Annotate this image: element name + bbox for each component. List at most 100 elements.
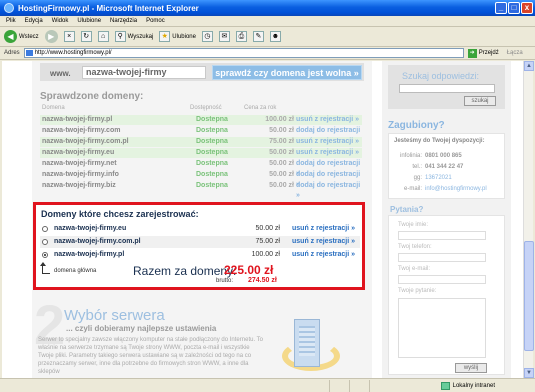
vertical-scrollbar[interactable]: ▲ ▼ xyxy=(523,61,534,378)
refresh-button[interactable]: ↻ xyxy=(80,31,92,42)
www-prefix: www. xyxy=(50,69,71,78)
remove-link[interactable]: usuń z rejestracji » xyxy=(292,249,355,261)
go-label: Przejdź xyxy=(478,50,499,56)
forward-button[interactable]: ▶ xyxy=(44,30,58,43)
name-field-label: Twoje imie: xyxy=(398,222,429,228)
scroll-thumb[interactable] xyxy=(524,241,534,351)
questions-title: Pytania? xyxy=(390,205,424,214)
favorites-label: Ulubione xyxy=(172,33,196,40)
url-text: http://www.hostingfirmowy.pl/ xyxy=(34,50,112,56)
server-illustration-icon xyxy=(282,317,342,377)
table-row: nazwa-twojej-firmy.com.pl Dostepna 75.00… xyxy=(40,137,362,147)
sidebar: Szukaj odpowiedzi: szukaj Zagubiony? Jes… xyxy=(382,61,511,378)
step-server-section: 2 Wybór serwera ... czyli dobieramy najl… xyxy=(32,297,372,378)
mail-icon: ✉ xyxy=(218,31,230,42)
go-button[interactable]: ➜ Przejdź xyxy=(467,48,499,58)
close-button[interactable]: x xyxy=(521,2,533,14)
go-arrow-icon: ➜ xyxy=(467,48,477,58)
main-domain-label: domena główna xyxy=(54,268,97,274)
messenger-icon: ☻ xyxy=(269,31,281,42)
contact-row: tel.: 041 344 22 47 xyxy=(412,164,464,170)
email-link[interactable]: info@hostingfirmowy.pl xyxy=(425,184,487,194)
remove-link[interactable]: usuń z rejestracji » xyxy=(292,236,355,248)
table-row: nazwa-twojej-firmy.biz Dostepna 50.00 zł… xyxy=(42,182,361,199)
name-field[interactable] xyxy=(398,231,486,240)
edit-icon: ✎ xyxy=(252,31,264,42)
main-domain-radio[interactable] xyxy=(42,239,48,245)
remove-link[interactable]: usuń z rejestracji » xyxy=(296,148,359,158)
back-label: Wstecz xyxy=(19,33,39,40)
main-domain-radio[interactable] xyxy=(42,226,48,232)
search-label: Wyszukaj xyxy=(127,33,154,40)
total-value: 225.00 zł xyxy=(224,263,274,277)
menu-bar: Plik Edycja Widok Ulubione Narzędzia Pom… xyxy=(0,16,535,27)
remove-link[interactable]: usuń z rejestracji » xyxy=(296,137,359,147)
window-titlebar: HostingFirmowy.pl - Microsoft Internet E… xyxy=(0,0,535,16)
menu-item-help[interactable]: Pomoc xyxy=(146,18,165,24)
back-button[interactable]: ◀ Wstecz xyxy=(4,30,39,43)
scroll-down-icon[interactable]: ▼ xyxy=(524,368,534,378)
edit-button[interactable]: ✎ xyxy=(252,31,264,42)
refresh-icon: ↻ xyxy=(80,31,92,42)
contact-box: Jesteśmy do Twojej dyspozycji: infolinia… xyxy=(388,133,505,199)
menu-item-edit[interactable]: Edycja xyxy=(25,18,43,24)
remove-link[interactable]: usuń z rejestracji » xyxy=(296,115,359,125)
maximize-button[interactable]: □ xyxy=(508,2,520,14)
help-search-box: Szukaj odpowiedzi: szukaj xyxy=(388,65,505,109)
contact-row: infolinia: 0801 000 865 xyxy=(399,153,462,159)
domain-input[interactable]: nazwa-twojej-firmy xyxy=(82,66,206,79)
url-input[interactable]: http://www.hostingfirmowy.pl/ xyxy=(23,48,464,58)
menu-item-file[interactable]: Plik xyxy=(6,18,16,24)
stop-icon: × xyxy=(63,31,75,42)
help-search-input[interactable] xyxy=(399,84,495,93)
home-button[interactable]: ⌂ xyxy=(97,31,109,42)
add-link[interactable]: dodaj do rejestracji » xyxy=(296,181,362,201)
menu-item-favorites[interactable]: Ulubione xyxy=(77,18,101,24)
minimize-button[interactable]: _ xyxy=(495,2,507,14)
search-button[interactable]: ⚲ Wyszukaj xyxy=(114,31,154,42)
forward-arrow-icon: ▶ xyxy=(44,30,58,43)
menu-item-tools[interactable]: Narzędzia xyxy=(110,18,137,24)
table-row: nazwa-twojej-firmy.eu Dostepna 50.00 zł … xyxy=(40,148,362,158)
messenger-button[interactable]: ☻ xyxy=(269,31,281,42)
search-icon: ⚲ xyxy=(114,31,126,42)
email-field-label: Twoj e-mail: xyxy=(398,266,431,272)
question-field-label: Twoje pytanie: xyxy=(398,288,437,294)
print-icon: ⎙ xyxy=(235,31,247,42)
remove-link[interactable]: usuń z rejestracji » xyxy=(292,223,355,235)
history-button[interactable]: ◷ xyxy=(201,31,213,42)
phone-field[interactable] xyxy=(398,253,486,262)
stop-button[interactable]: × xyxy=(63,31,75,42)
scroll-up-icon[interactable]: ▲ xyxy=(524,61,534,71)
print-button[interactable]: ⎙ xyxy=(235,31,247,42)
step-subtitle: ... czyli dobieramy najlepsze ustawienia xyxy=(66,324,217,333)
header-domain: Domena xyxy=(42,105,65,111)
favorites-button[interactable]: ★ Ulubione xyxy=(159,31,196,42)
links-label[interactable]: Łącza xyxy=(507,50,523,56)
home-icon: ⌂ xyxy=(97,31,109,42)
header-availability: Dostępność xyxy=(190,105,222,111)
table-row: nazwa-twojej-firmy.com Dostepna 50.00 zł… xyxy=(40,126,362,144)
zone-label: Lokalny intranet xyxy=(452,382,495,389)
history-icon: ◷ xyxy=(201,31,213,42)
selected-domains-panel: Domeny które chcesz zarejestrować: nazwa… xyxy=(33,202,365,290)
main-domain-radio[interactable] xyxy=(42,252,48,258)
status-bar: Lokalny intranet xyxy=(0,378,535,392)
address-bar: Adres http://www.hostingfirmowy.pl/ ➜ Pr… xyxy=(0,47,535,60)
arrow-up-icon xyxy=(40,262,50,274)
help-search-button[interactable]: szukaj xyxy=(464,96,496,106)
table-row: nazwa-twojej-firmy.net Dostepna 50.00 zł… xyxy=(42,160,361,177)
table-row: nazwa-twojej-firmy.pl Dostepna 100.00 zł… xyxy=(40,115,362,125)
question-textarea[interactable] xyxy=(398,298,486,358)
step-title: Wybór serwera xyxy=(64,307,165,324)
send-button[interactable]: wyślij xyxy=(455,363,487,373)
lost-title: Zagubiony? xyxy=(388,120,445,131)
question-form: Twoje imie: Twoj telefon: Twoj e-mail: T… xyxy=(388,215,505,375)
menu-item-view[interactable]: Widok xyxy=(52,18,69,24)
gross-label: brutto: xyxy=(216,278,234,284)
check-domain-button[interactable]: sprawdź czy domena jest wolna » xyxy=(212,65,362,80)
checked-domains-title: Sprawdzone domeny: xyxy=(40,91,144,102)
email-field[interactable] xyxy=(398,275,486,284)
page-icon xyxy=(25,50,33,56)
mail-button[interactable]: ✉ xyxy=(218,31,230,42)
